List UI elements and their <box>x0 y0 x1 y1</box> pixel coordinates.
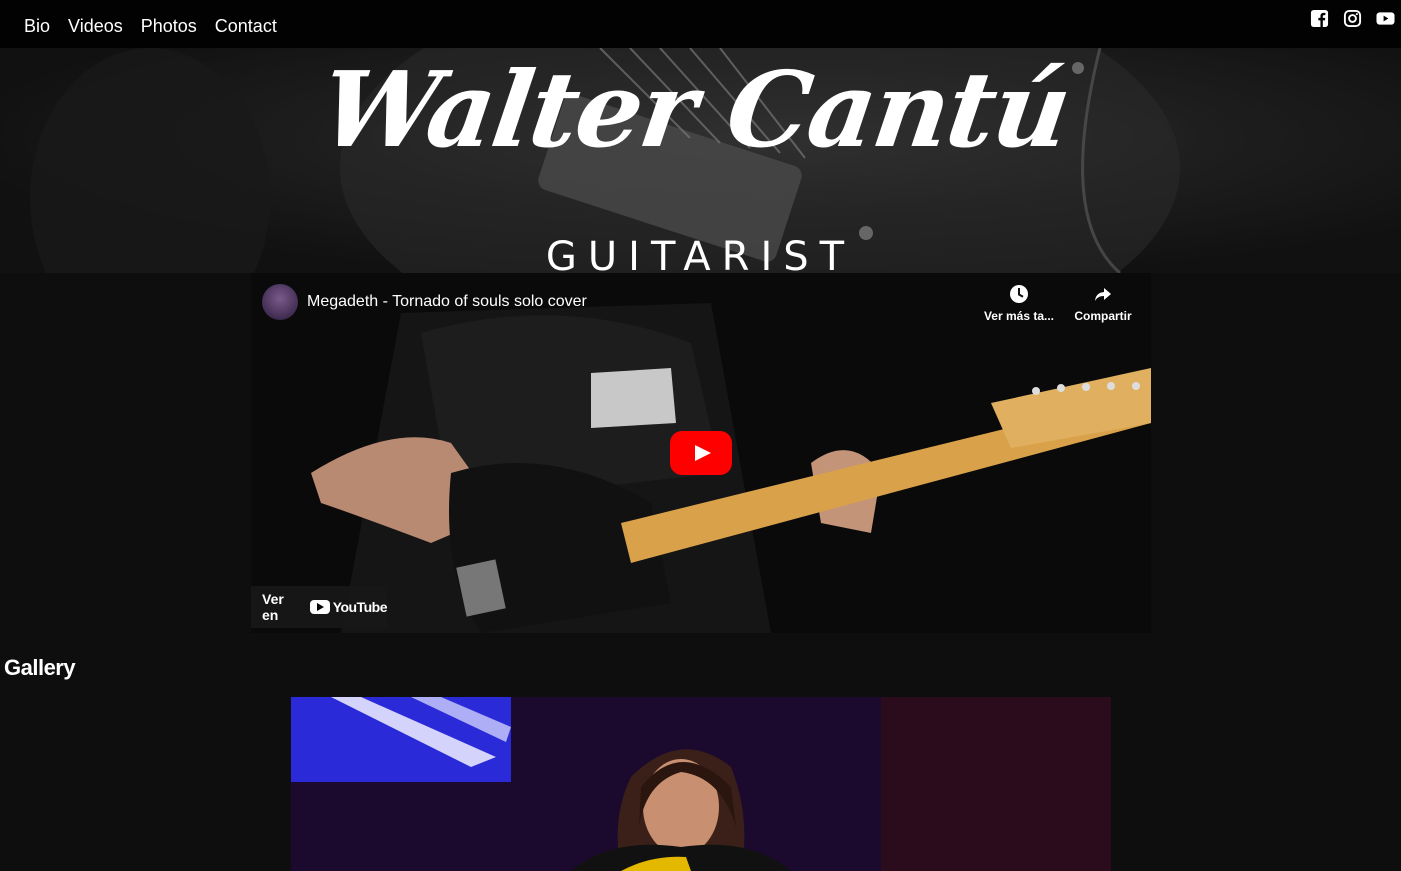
main-nav: Bio Videos Photos Contact <box>24 16 277 37</box>
channel-avatar[interactable] <box>262 284 298 320</box>
share-button[interactable]: Compartir <box>1063 283 1143 323</box>
video-title[interactable]: Megadeth - Tornado of souls solo cover <box>307 293 587 311</box>
top-bar: Bio Videos Photos Contact <box>0 0 1401 48</box>
site-title: Walter Cantú <box>313 48 1077 171</box>
hero-banner: Walter Cantú GUITARIST <box>0 48 1401 273</box>
nav-contact-link[interactable]: Contact <box>215 16 277 37</box>
watch-later-button[interactable]: Ver más ta... <box>979 283 1059 323</box>
nav-photos-link[interactable]: Photos <box>141 16 197 37</box>
social-links <box>1310 9 1395 28</box>
clock-icon <box>1008 283 1030 305</box>
nav-videos-link[interactable]: Videos <box>68 16 123 37</box>
youtube-logo-text: YouTube <box>332 599 388 615</box>
watch-on-youtube-button[interactable]: Ver en YouTube <box>251 586 388 628</box>
gallery-photo[interactable] <box>291 697 1111 871</box>
play-button[interactable] <box>670 431 732 475</box>
youtube-play-icon <box>309 600 330 614</box>
youtube-video-embed[interactable]: Megadeth - Tornado of souls solo cover V… <box>251 273 1151 633</box>
site-subtitle: GUITARIST <box>545 234 856 273</box>
concert-photo-image <box>291 697 1111 871</box>
youtube-logo: YouTube <box>309 599 388 615</box>
instagram-icon[interactable] <box>1343 9 1362 28</box>
facebook-icon[interactable] <box>1310 9 1329 28</box>
watch-on-label: Ver en <box>262 591 284 623</box>
youtube-icon[interactable] <box>1376 9 1395 28</box>
share-icon <box>1092 283 1114 305</box>
nav-bio-link[interactable]: Bio <box>24 16 50 37</box>
gallery-heading: Gallery <box>4 655 76 680</box>
share-label: Compartir <box>1074 309 1132 323</box>
watch-later-label: Ver más ta... <box>983 309 1055 323</box>
